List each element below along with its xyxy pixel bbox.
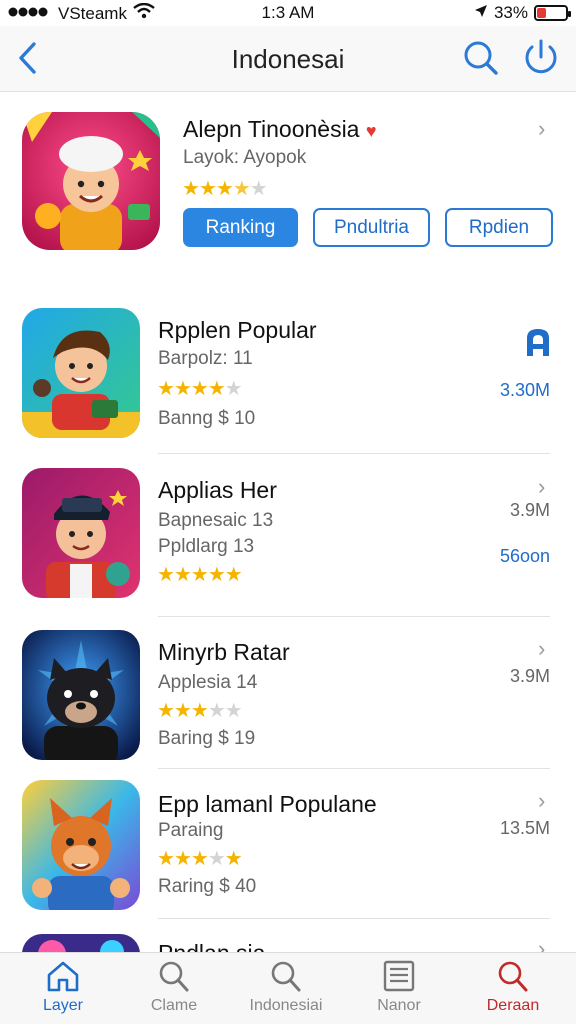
- app-rating: ★★★★★: [157, 564, 243, 586]
- tab-label: Deraan: [486, 997, 540, 1014]
- tab-nanor[interactable]: Nanor: [344, 959, 454, 1015]
- featured-rating: ★★★★★: [182, 176, 268, 201]
- divider: [158, 918, 550, 919]
- tab-label: Layer: [42, 997, 84, 1014]
- divider: [158, 768, 550, 769]
- app-subtitle: Bapnesaic 13: [158, 510, 274, 531]
- tab-clame[interactable]: Clame: [119, 959, 229, 1015]
- battery-icon: [534, 5, 571, 21]
- tab-label: Clame: [150, 997, 198, 1014]
- list-item[interactable]: Pndlan sia ›: [0, 928, 576, 952]
- app-size: 3.9M: [509, 500, 550, 520]
- tab-indonesiai[interactable]: Indonesiai: [231, 959, 341, 1015]
- app-size-secondary: 56oon: [499, 546, 550, 566]
- app-subtitle-2: Ppldlarg 13: [158, 536, 255, 557]
- list-item[interactable]: Minyrb Ratar Applesia 14 ★★★★★ Baring $ …: [0, 622, 576, 784]
- list-item[interactable]: Applias Her Bapnesaic 13 Ppldlarg 13 ★★★…: [0, 460, 576, 622]
- status-bar: VSteamk 1:3 AM 33%: [0, 0, 576, 26]
- nav-bar: Indonesai: [0, 26, 576, 92]
- chevron-right-icon[interactable]: ›: [538, 788, 545, 814]
- app-icon: [22, 630, 140, 760]
- app-subtitle: Barpolz: 11: [158, 348, 253, 369]
- divider: [158, 453, 550, 454]
- ranking-button[interactable]: Ranking: [183, 208, 298, 247]
- featured-app[interactable]: Alepn Tinoonèsia ♥ Layok: Ayopok ★★★★★ ›…: [0, 92, 576, 292]
- power-button[interactable]: [520, 36, 562, 78]
- search-icon: [464, 41, 498, 75]
- list-item[interactable]: Rpplen Popular Barpolz: 11 ★★★★★ Banng $…: [0, 300, 576, 462]
- app-name: Rpplen Popular: [158, 317, 317, 343]
- app-price: Banng $ 10: [158, 408, 256, 429]
- app-icon: [22, 468, 140, 598]
- chevron-right-icon[interactable]: ›: [538, 636, 545, 662]
- tab-label: Indonesiai: [249, 997, 323, 1014]
- app-rating: ★★★★★: [157, 378, 243, 400]
- app-name: Minyrb Ratar: [158, 639, 290, 665]
- chevron-right-icon[interactable]: ›: [538, 936, 545, 952]
- featured-title-text: Alepn Tinoonèsia: [183, 116, 360, 142]
- app-name: Epp lamanl Populane: [158, 791, 377, 817]
- featured-app-title: Alepn Tinoonèsia ♥: [183, 116, 377, 143]
- app-size: 3.30M: [499, 380, 550, 400]
- status-right: 33%: [474, 3, 571, 23]
- tab-deraan[interactable]: Deraan: [458, 959, 568, 1015]
- app-size: 3.9M: [509, 666, 550, 686]
- app-size: 13.5M: [499, 818, 550, 838]
- heart-icon: ♥: [365, 121, 377, 141]
- star-icon: ★: [182, 178, 200, 200]
- pndultria-button[interactable]: Pndultria: [313, 208, 430, 247]
- featured-app-icon: [22, 112, 160, 250]
- featured-app-subtitle: Layok: Ayopok: [183, 147, 307, 168]
- app-rating: ★★★★★: [157, 848, 243, 870]
- app-store-icon[interactable]: [524, 326, 552, 363]
- app-name: Pndlan sia: [158, 940, 265, 952]
- news-icon: [383, 960, 415, 992]
- tab-label: Nanor: [377, 997, 421, 1014]
- app-price: Raring $ 40: [158, 876, 257, 897]
- search-icon: [271, 961, 301, 992]
- app-icon: [22, 308, 140, 438]
- list-item[interactable]: Epp lamanl Populane Paraing ★★★★★ Raring…: [0, 774, 576, 936]
- app-icon: [22, 934, 140, 952]
- battery-percent: 33%: [493, 3, 528, 22]
- chevron-right-icon[interactable]: ›: [538, 474, 545, 500]
- tab-layer[interactable]: Layer: [8, 959, 118, 1015]
- power-icon: [525, 39, 557, 74]
- app-rating: ★★★★★: [157, 700, 243, 722]
- divider: [158, 616, 550, 617]
- star-icon: ★: [249, 178, 268, 200]
- app-icon: [22, 780, 140, 910]
- app-name: Applias Her: [158, 477, 277, 503]
- home-icon: [47, 961, 79, 992]
- search-icon: [498, 961, 528, 992]
- search-icon: [159, 961, 189, 992]
- app-price: Baring $ 19: [158, 728, 256, 749]
- location-icon: [474, 3, 488, 23]
- app-subtitle: Paraing: [158, 820, 224, 841]
- star-icon: ★: [232, 178, 251, 200]
- app-subtitle: Applesia 14: [158, 672, 258, 693]
- star-icon: ★: [215, 178, 234, 200]
- star-icon: ★: [198, 178, 217, 200]
- chevron-right-icon[interactable]: ›: [538, 116, 545, 142]
- rpdien-button[interactable]: Rpdien: [445, 208, 553, 247]
- tab-bar: Layer Clame Indonesiai Nanor Deraan: [0, 952, 576, 1024]
- search-button[interactable]: [462, 38, 500, 78]
